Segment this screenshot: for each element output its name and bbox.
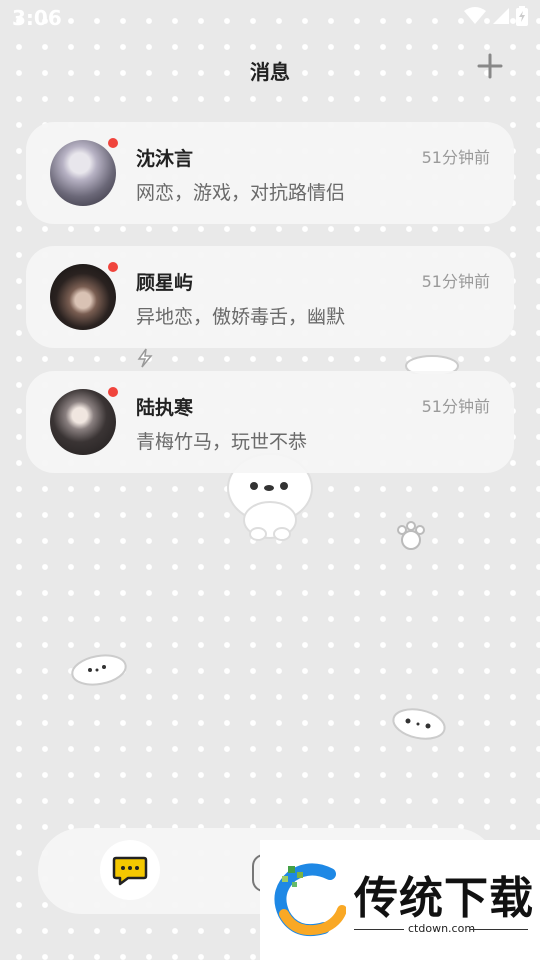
contact-name: 陆执寒 (136, 397, 194, 419)
signal-icon (493, 8, 509, 24)
battery-icon (516, 6, 528, 26)
paw-sticker-icon (397, 521, 425, 550)
watermark-logo-icon (274, 863, 346, 937)
message-time: 51分钟前 (421, 272, 490, 291)
message-preview: 青梅竹马，玩世不恭 (136, 431, 308, 453)
wifi-icon (464, 7, 486, 24)
status-time: 3:06 (12, 6, 62, 30)
watermark-text: 传统下载 (354, 873, 534, 924)
unread-dot (108, 138, 118, 148)
status-icons (464, 6, 528, 26)
header: 消息 (0, 50, 540, 90)
unread-dot (108, 262, 118, 272)
page-title: 消息 (250, 60, 290, 84)
message-time: 51分钟前 (421, 148, 490, 167)
divider (470, 929, 528, 930)
chat-bubble-icon (112, 856, 148, 886)
plus-icon (477, 53, 503, 79)
conversation-card-3[interactable]: 陆执寒 51分钟前 青梅竹马，玩世不恭 (26, 371, 514, 473)
unread-dot (108, 387, 118, 397)
seal-sticker-icon (71, 654, 127, 686)
watermark-url: ctdown.com (408, 922, 476, 935)
nav-messages-tab[interactable] (100, 840, 160, 900)
message-preview: 网恋，游戏，对抗路情侣 (136, 182, 346, 204)
lightning-sticker-icon (137, 348, 153, 368)
conversation-card-1[interactable]: 沈沐言 51分钟前 网恋，游戏，对抗路情侣 (26, 122, 514, 224)
message-time: 51分钟前 (421, 397, 490, 416)
avatar[interactable] (50, 264, 116, 330)
contact-name: 沈沐言 (136, 148, 194, 170)
avatar[interactable] (50, 389, 116, 455)
message-preview: 异地恋，傲娇毒舌，幽默 (136, 306, 346, 328)
watermark: 传统下载 ctdown.com (260, 840, 540, 960)
seal-sticker-icon (392, 708, 446, 740)
conversation-card-2[interactable]: 顾星屿 51分钟前 异地恋，傲娇毒舌，幽默 (26, 246, 514, 348)
divider (354, 929, 404, 930)
contact-name: 顾星屿 (136, 272, 194, 294)
avatar[interactable] (50, 140, 116, 206)
status-bar: 3:06 (0, 0, 540, 36)
add-button[interactable] (476, 52, 504, 80)
